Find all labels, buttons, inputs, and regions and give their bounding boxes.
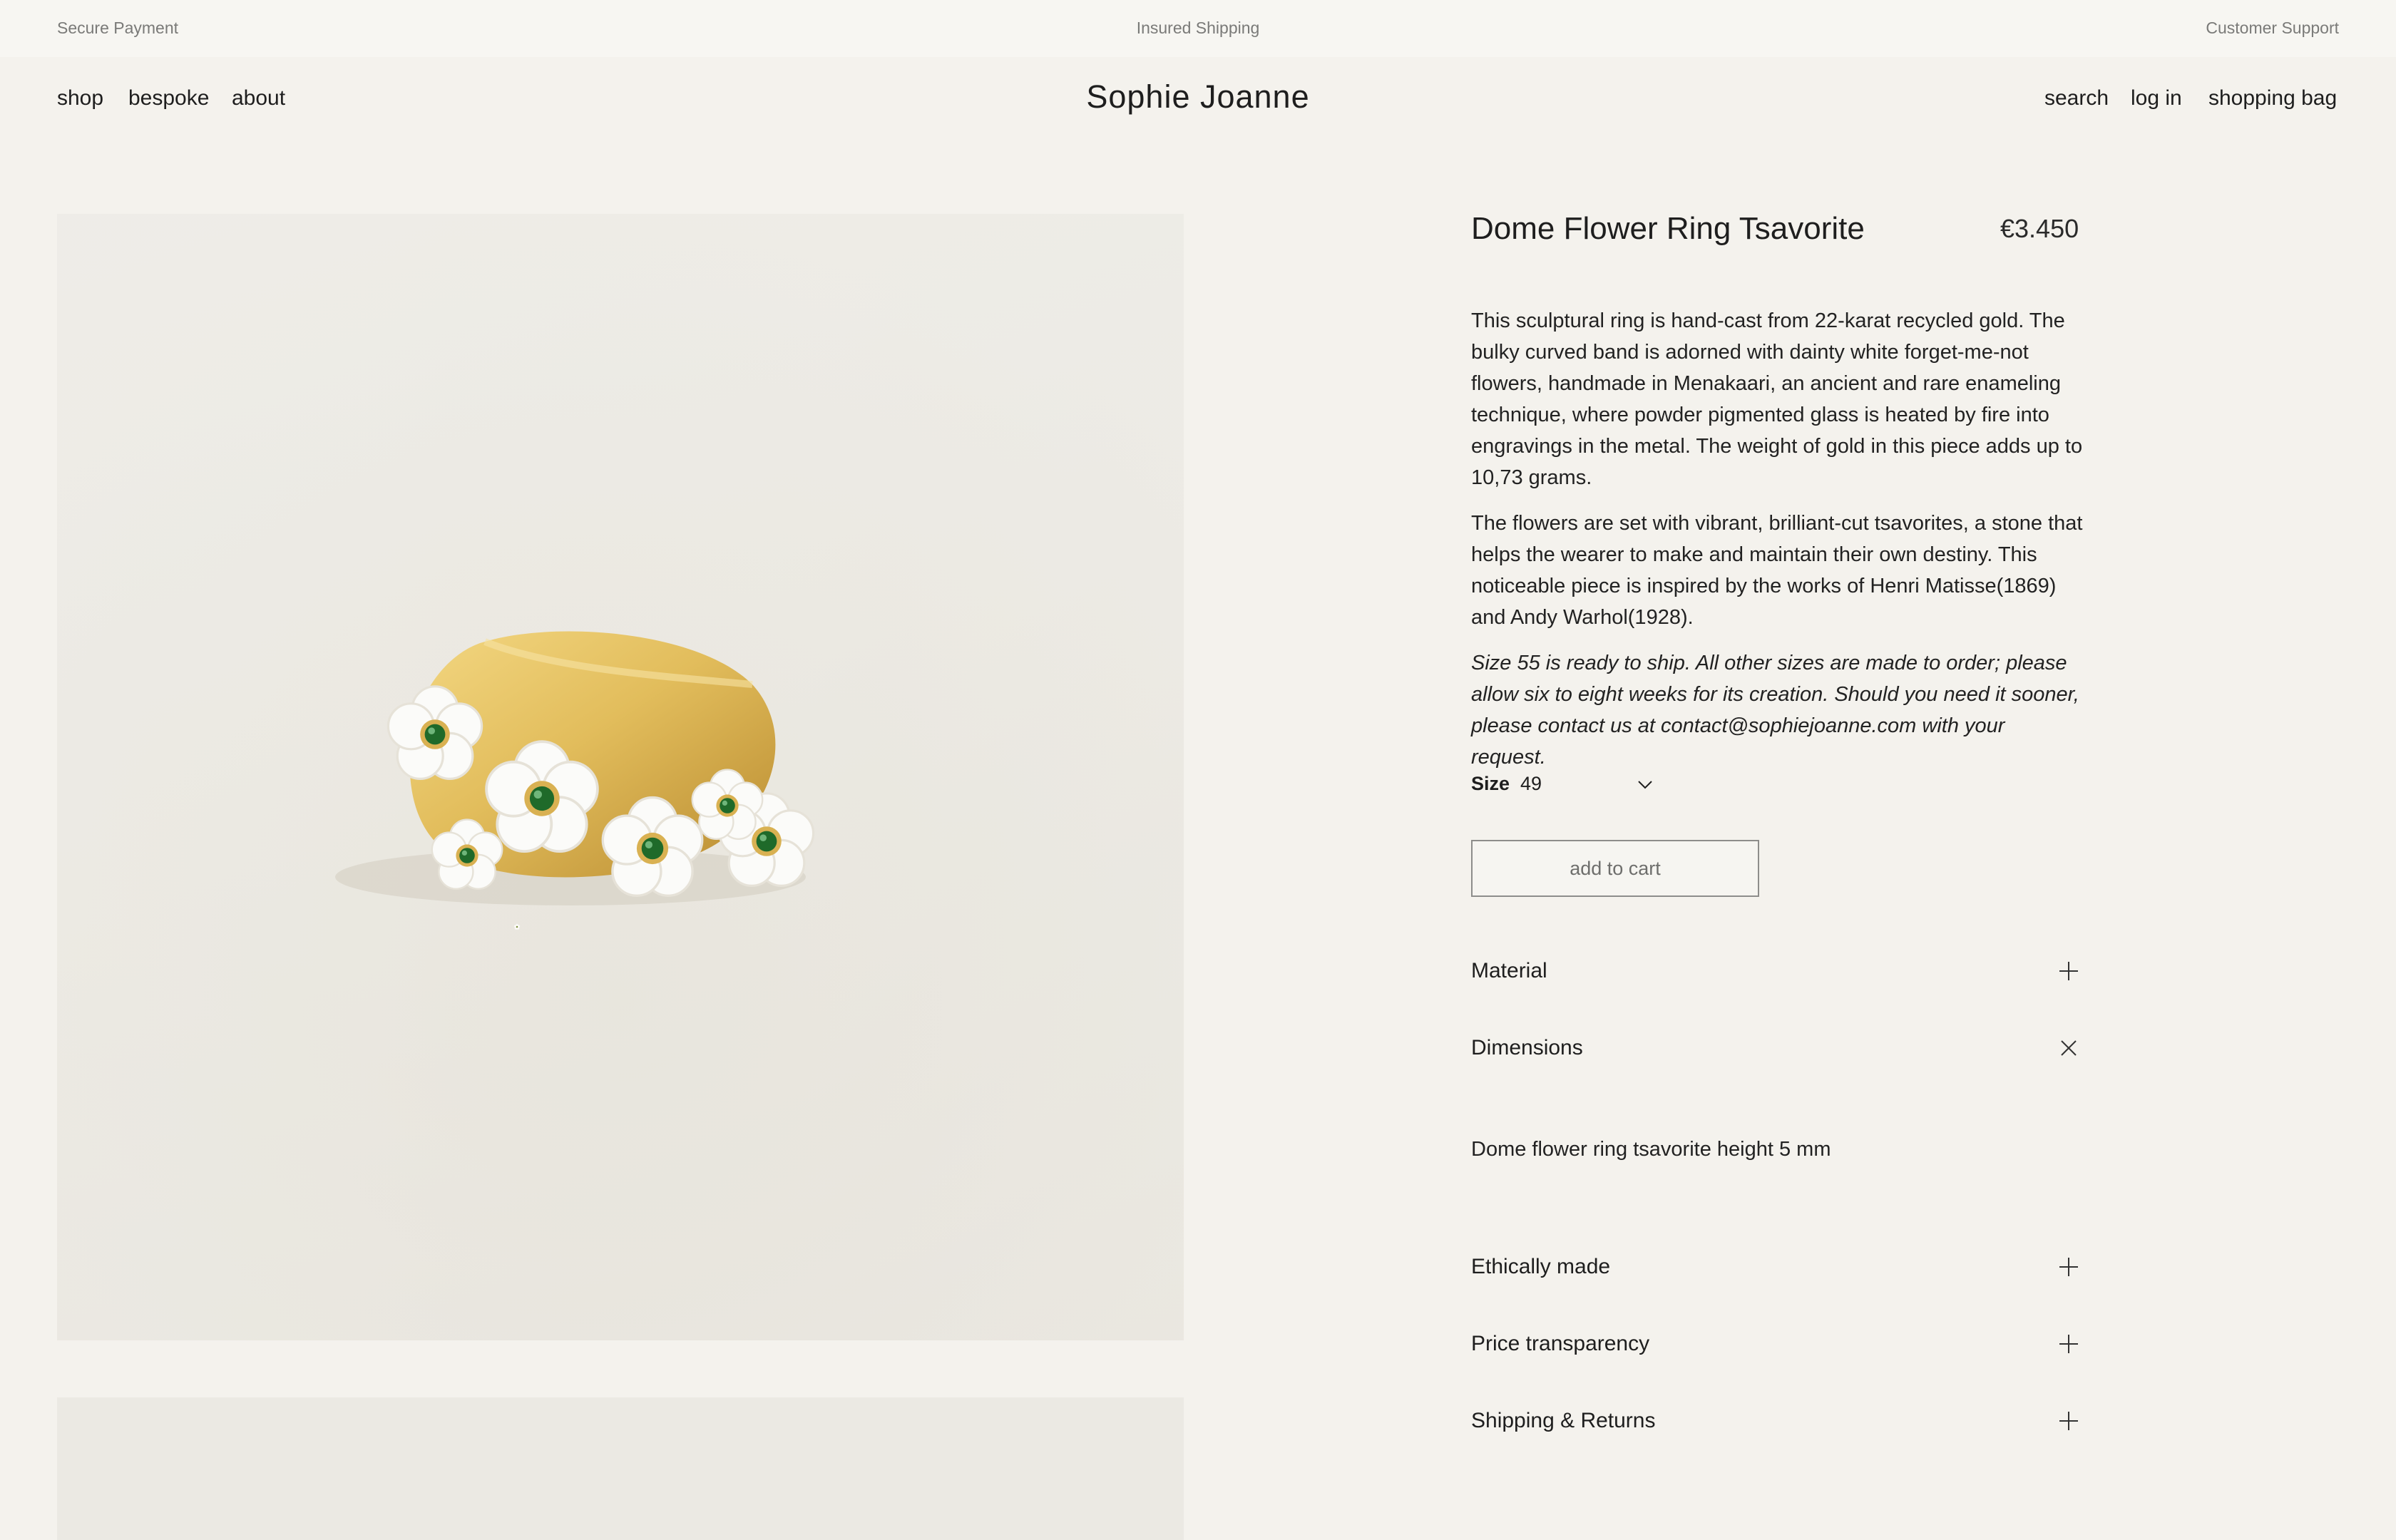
size-label: Size [1471,773,1510,794]
accordion-ethically-made[interactable]: Ethically made [1471,1246,2079,1289]
customer-support-link[interactable]: Customer Support [2206,19,2339,38]
brand-logo[interactable]: Sophie Joanne [0,78,2396,115]
nav-search[interactable]: search [2044,86,2109,111]
product-photo[interactable] [57,214,1184,1340]
product-title: Dome Flower Ring Tsavorite [1471,211,1865,246]
product-price: €3.450 [2000,214,2079,243]
dimensions-content: Dome flower ring tsavorite height 5 mm [1471,1138,1831,1161]
utility-bar: Secure Payment Insured Shipping Customer… [0,0,2396,57]
accordion-label: Material [1471,959,1547,982]
description-paragraph: The flowers are set with vibrant, brilli… [1471,512,2083,629]
accordion-material[interactable]: Material [1471,950,2079,993]
plus-icon[interactable] [2058,1410,2079,1432]
accordion-label: Price transparency [1471,1332,1650,1355]
product-description: This sculptural ring is hand-cast from 2… [1471,305,2084,787]
shipping-note: Size 55 is ready to ship. All other size… [1471,652,2079,769]
chevron-down-icon[interactable] [1635,774,1655,794]
accordion-label: Ethically made [1471,1255,1611,1278]
product-photo-secondary[interactable] [57,1397,1184,1540]
nav-log-in[interactable]: log in [2131,86,2182,111]
description-paragraph: This sculptural ring is hand-cast from 2… [1471,309,2083,489]
plus-icon[interactable] [2058,960,2079,982]
accordion-dimensions[interactable]: Dimensions [1471,1027,2079,1070]
nav-shopping-bag[interactable]: shopping bag [2208,86,2337,111]
plus-icon[interactable] [2058,1333,2079,1355]
accordion-price-transparency[interactable]: Price transparency [1471,1323,2079,1366]
close-icon[interactable] [2058,1037,2079,1059]
accordion-shipping-returns[interactable]: Shipping & Returns [1471,1400,2079,1443]
main-nav: shop bespoke about Sophie Joanne search … [0,57,2396,143]
size-select[interactable]: 49 [1520,773,1542,795]
add-to-cart-button[interactable]: add to cart [1471,840,1759,897]
insured-shipping-link[interactable]: Insured Shipping [0,19,2396,38]
accordion-label: Shipping & Returns [1471,1409,1656,1432]
accordion-label: Dimensions [1471,1036,1583,1059]
plus-icon[interactable] [2058,1256,2079,1278]
ring-illustration [57,214,1184,1340]
